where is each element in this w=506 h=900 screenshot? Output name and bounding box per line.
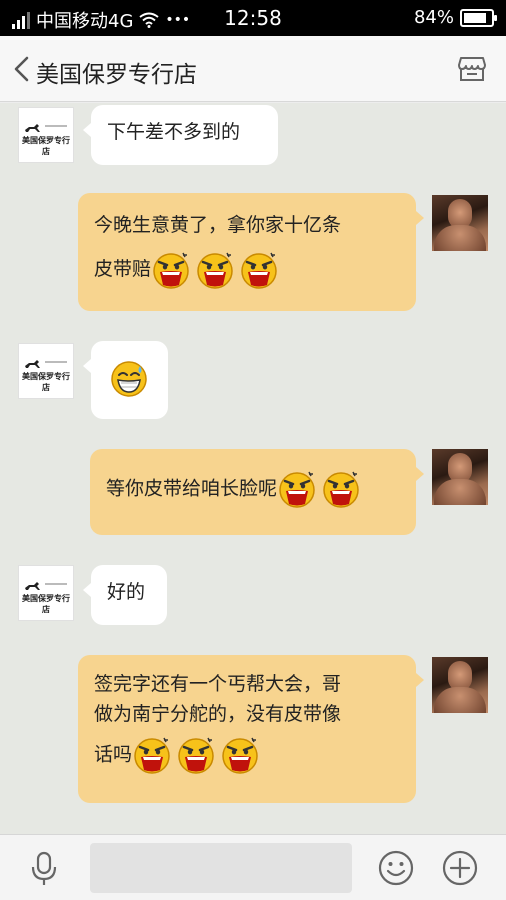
shouting-emoji-icon xyxy=(195,250,235,290)
horse-logo-icon xyxy=(25,360,40,368)
shop-avatar[interactable]: 美国保罗专行店 xyxy=(18,107,74,163)
shouting-emoji-icon xyxy=(132,735,172,775)
shouting-emoji-icon xyxy=(151,250,191,290)
status-bar: 中国移动4G ••• 12:58 84% xyxy=(0,0,506,36)
message-text-line-emoji: 话吗 xyxy=(94,735,400,775)
chat-header: 美国保罗专行店 xyxy=(0,36,506,102)
store-icon[interactable] xyxy=(458,56,486,82)
chat-title[interactable]: 美国保罗专行店 xyxy=(36,55,197,89)
message-text-line: 话吗 xyxy=(94,743,133,766)
my-avatar[interactable] xyxy=(432,195,488,251)
shouting-emoji-icon xyxy=(220,735,260,775)
horse-logo-icon xyxy=(25,124,40,132)
sweat-smile-emoji-icon xyxy=(109,359,149,399)
logo-line xyxy=(45,583,67,585)
battery-percent: 84% xyxy=(413,7,454,28)
message-bubble-incoming[interactable] xyxy=(83,341,168,419)
message-bubble-outgoing[interactable]: 等你皮带给咱长脸呢 xyxy=(90,449,424,535)
input-bar xyxy=(0,834,506,900)
message-text-line: 做为南宁分舵的，没有皮带像 xyxy=(94,703,342,725)
plus-circle-icon[interactable] xyxy=(442,850,478,886)
message-text-line-emoji: 皮带赔 xyxy=(94,247,400,291)
message-text-line: 签完字还有一个丐帮大会，哥 xyxy=(94,673,342,695)
battery-fill xyxy=(464,12,486,23)
my-avatar[interactable] xyxy=(432,449,488,505)
status-right: 84% xyxy=(413,7,497,28)
horse-logo-icon xyxy=(25,582,40,590)
message-text: 等你皮带给咱长脸呢 xyxy=(106,477,278,500)
message-bubble-incoming[interactable]: 下午差不多到的 xyxy=(83,105,278,165)
message-bubble-incoming[interactable]: 好的 xyxy=(83,565,167,625)
shop-avatar-brand: 美国保罗专行店 xyxy=(22,136,70,156)
message-bubble-outgoing[interactable]: 今晚生意黄了，拿你家十亿条 皮带赔 xyxy=(78,193,424,311)
message-text: 下午差不多到的 xyxy=(107,121,241,143)
microphone-icon[interactable] xyxy=(28,851,60,887)
message-text: 好的 xyxy=(107,581,146,603)
shop-avatar-brand: 美国保罗专行店 xyxy=(22,372,70,392)
shop-avatar[interactable]: 美国保罗专行店 xyxy=(18,343,74,399)
message-text-line: 今晚生意黄了，拿你家十亿条 xyxy=(94,214,342,236)
shouting-emoji-icon xyxy=(239,250,279,290)
smiley-icon[interactable] xyxy=(378,850,414,886)
back-chevron-left-icon[interactable] xyxy=(10,54,34,84)
my-avatar[interactable] xyxy=(432,657,488,713)
battery-icon xyxy=(460,8,497,27)
shop-avatar[interactable]: 美国保罗专行店 xyxy=(18,565,74,621)
shouting-emoji-icon xyxy=(277,469,317,509)
chat-area[interactable]: 美国保罗专行店 下午差不多到的 今晚生意黄了，拿你家十亿条 皮带赔 美国保罗专行… xyxy=(0,103,506,834)
message-input[interactable] xyxy=(90,843,352,893)
message-bubble-outgoing[interactable]: 签完字还有一个丐帮大会，哥 做为南宁分舵的，没有皮带像 话吗 xyxy=(78,655,424,803)
logo-line xyxy=(45,361,67,363)
shop-avatar-brand: 美国保罗专行店 xyxy=(22,594,70,614)
logo-line xyxy=(45,125,67,127)
message-text-line: 皮带赔 xyxy=(94,258,152,280)
shouting-emoji-icon xyxy=(321,469,361,509)
shouting-emoji-icon xyxy=(176,735,216,775)
